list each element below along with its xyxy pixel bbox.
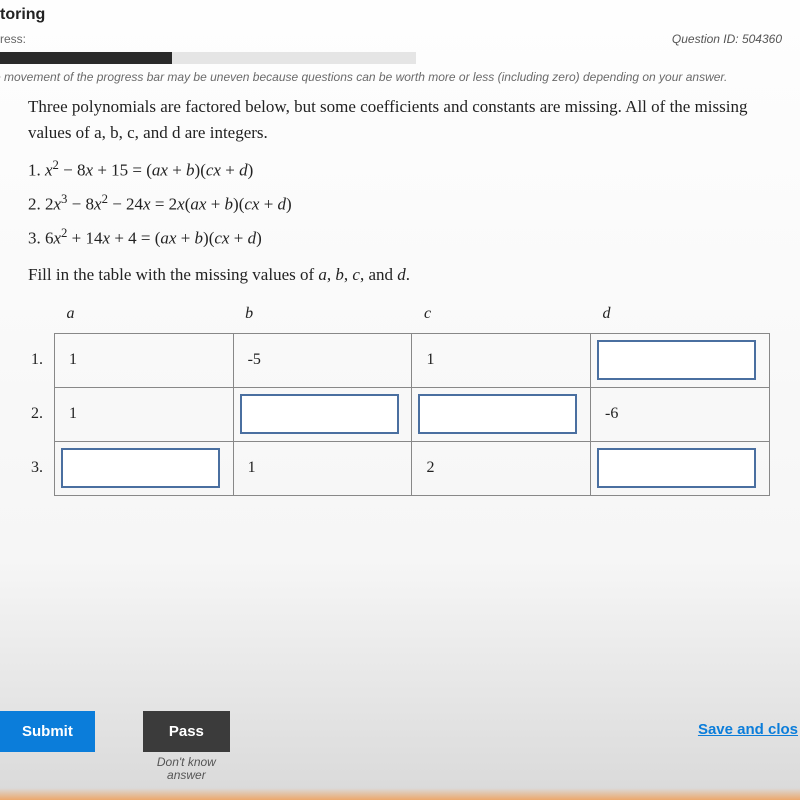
cell-3-b: 1 bbox=[240, 459, 256, 476]
cell-1-a: 1 bbox=[61, 351, 77, 368]
row-number: 1. bbox=[31, 351, 43, 369]
question-id: Question ID: 504360 bbox=[672, 32, 782, 46]
equation-list: 1. x2 − 8x + 15 = (ax + b)(cx + d) 2. 2x… bbox=[28, 153, 780, 255]
pass-button[interactable]: Pass bbox=[143, 711, 230, 752]
cell-1-c: 1 bbox=[418, 351, 434, 368]
save-and-close-link[interactable]: Save and clos bbox=[698, 711, 798, 738]
answer-table: a b c d 1. 1 -5 1 bbox=[54, 299, 770, 496]
progress-label: ress: bbox=[0, 32, 26, 46]
progress-note: e movement of the progress bar may be un… bbox=[0, 64, 800, 94]
col-header-b: b bbox=[233, 299, 412, 334]
cell-3-a-input[interactable] bbox=[61, 448, 220, 488]
progress-row: ress: Question ID: 504360 bbox=[0, 26, 800, 52]
col-header-d: d bbox=[591, 299, 770, 334]
cell-2-a: 1 bbox=[61, 405, 77, 422]
cell-3-c: 2 bbox=[418, 459, 434, 476]
fill-instruction: Fill in the table with the missing value… bbox=[28, 265, 780, 285]
question-content: Three polynomials are factored below, bu… bbox=[0, 94, 800, 496]
table-row: 2. 1 -6 bbox=[55, 387, 770, 441]
equation-3: 3. 6x2 + 14x + 4 = (ax + b)(cx + d) bbox=[28, 221, 780, 255]
equation-2: 2. 2x3 − 8x2 − 24x = 2x(ax + b)(cx + d) bbox=[28, 187, 780, 221]
table-row: 1. 1 -5 1 bbox=[55, 333, 770, 387]
progress-bar bbox=[0, 52, 416, 64]
row-number: 2. bbox=[31, 405, 43, 423]
header: toring ress: Question ID: 504360 e movem… bbox=[0, 0, 800, 94]
cell-2-b-input[interactable] bbox=[240, 394, 399, 434]
cell-2-c-input[interactable] bbox=[418, 394, 577, 434]
row-number: 3. bbox=[31, 459, 43, 477]
cell-1-b: -5 bbox=[240, 351, 261, 368]
cell-2-d: -6 bbox=[597, 405, 618, 422]
col-header-c: c bbox=[412, 299, 591, 334]
table-row: 3. 1 2 bbox=[55, 441, 770, 495]
page-title: toring bbox=[0, 4, 800, 26]
cell-3-d-input[interactable] bbox=[597, 448, 756, 488]
question-prompt: Three polynomials are factored below, bu… bbox=[28, 94, 780, 145]
col-header-a: a bbox=[55, 299, 234, 334]
progress-fill bbox=[0, 52, 172, 64]
equation-1: 1. x2 − 8x + 15 = (ax + b)(cx + d) bbox=[28, 153, 780, 187]
footer: Submit Pass Don't knowanswer Save and cl… bbox=[0, 711, 800, 782]
submit-button[interactable]: Submit bbox=[0, 711, 95, 752]
cell-1-d-input[interactable] bbox=[597, 340, 756, 380]
app-screen: toring ress: Question ID: 504360 e movem… bbox=[0, 0, 800, 800]
bottom-glow bbox=[0, 788, 800, 800]
pass-group: Pass Don't knowanswer bbox=[143, 711, 230, 782]
pass-caption: Don't knowanswer bbox=[157, 756, 216, 782]
